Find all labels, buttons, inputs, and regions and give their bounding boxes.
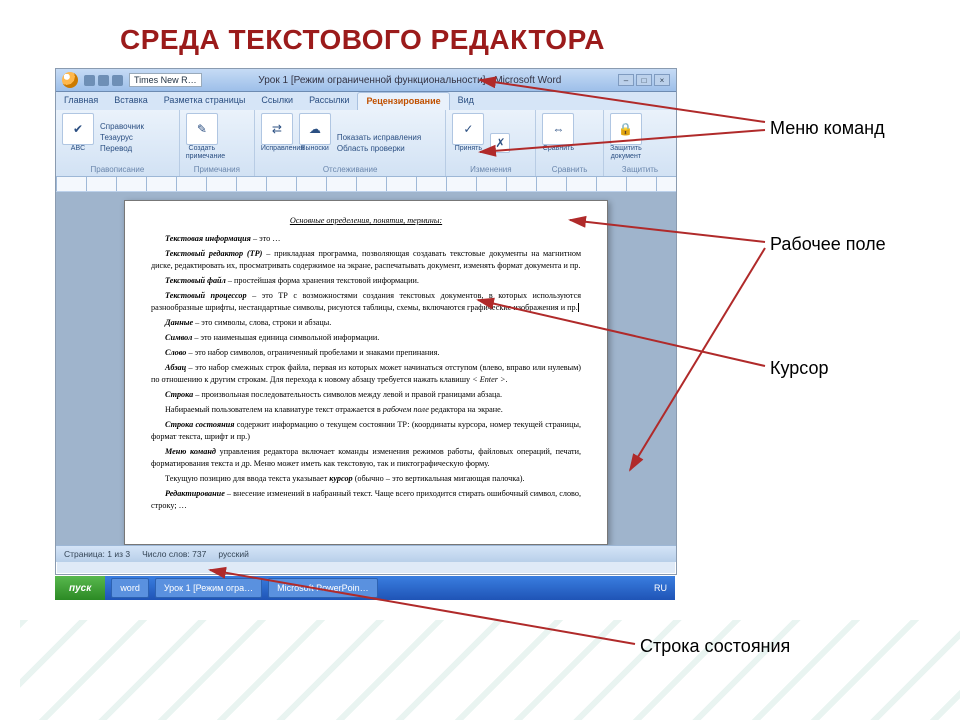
start-button[interactable]: пуск [55,576,105,600]
font-box[interactable]: Times New R… [129,73,202,87]
ribbon-group-comments: ✎ Создать примечание Примечания [180,110,255,176]
taskbar-app[interactable]: word [111,578,149,598]
ribbon-item-label: Принять [452,145,484,153]
tab-insert[interactable]: Вставка [106,92,155,110]
ribbon-group-label: Правописание [62,165,173,174]
tab-view[interactable]: Вид [450,92,482,110]
doc-paragraph: Меню команд управления редактора включае… [151,446,581,470]
ribbon: ✔ ABC Справочник Тезаурус Перевод Правоп… [56,110,676,177]
tab-layout[interactable]: Разметка страницы [156,92,254,110]
ribbon-item-label: Защитить документ [610,145,642,161]
office-button-icon[interactable] [62,72,78,88]
doc-paragraph: Набираемый пользователем на клавиатуре т… [151,404,581,416]
doc-paragraph: Текстовая информация – это … [151,233,581,245]
ribbon-item-label[interactable]: Справочник [100,122,144,131]
lock-icon[interactable]: 🔒 [610,113,642,145]
word-window: Times New R… Урок 1 [Режим ограниченной … [55,68,677,575]
ribbon-item-label[interactable]: Показать исправления [337,133,421,142]
document-page[interactable]: Основные определения, понятия, термины: … [124,200,608,545]
tab-review[interactable]: Рецензирование [357,92,449,110]
ribbon-group-proofing: ✔ ABC Справочник Тезаурус Перевод Правоп… [56,110,180,176]
ribbon-group-label: Примечания [186,165,248,174]
tab-links[interactable]: Ссылки [253,92,301,110]
doc-paragraph: Строка – произвольная последовательность… [151,389,581,401]
ribbon-item-label: Исправления [261,145,293,153]
tab-mail[interactable]: Рассылки [301,92,357,110]
ribbon-group-label: Отслеживание [261,165,440,174]
annotation-cursor: Курсор [770,358,829,379]
ribbon-group-changes: ✓Принять ✗ Изменения [446,110,536,176]
reject-icon[interactable]: ✗ [490,133,510,153]
doc-paragraph: Текущую позицию для ввода текста указыва… [151,473,581,485]
doc-paragraph: Символ – это наименьшая единица символьн… [151,332,581,344]
window-title: Урок 1 [Режим ограниченной функционально… [208,75,612,86]
compare-icon[interactable]: ⇔ [542,113,574,145]
maximize-button[interactable]: □ [636,74,652,86]
ribbon-group-compare: ⇔Сравнить Сравнить [536,110,603,176]
ribbon-tabs: Главная Вставка Разметка страницы Ссылки… [56,92,676,110]
ribbon-item-label: Выноски [299,145,331,153]
status-page: Страница: 1 из 3 [64,549,130,559]
doc-paragraph: Редактирование – внесение изменений в на… [151,488,581,512]
ribbon-item-label[interactable]: Перевод [100,144,144,153]
status-bar[interactable]: Страница: 1 из 3 Число слов: 737 русский [56,545,676,562]
accept-icon[interactable]: ✓ [452,113,484,145]
doc-paragraph: Данные – это символы, слова, строки и аб… [151,317,581,329]
ribbon-item-label[interactable]: Область проверки [337,144,421,153]
title-bar: Times New R… Урок 1 [Режим ограниченной … [56,69,676,92]
doc-paragraph: Текстовый файл – простейшая форма хранен… [151,275,581,287]
doc-paragraph: Слово – это набор символов, ограниченный… [151,347,581,359]
doc-paragraph: Строка состояния содержит информацию о т… [151,419,581,443]
ribbon-group-label: Сравнить [542,165,596,174]
annotation-menu: Меню команд [770,118,885,139]
quick-access-toolbar[interactable] [84,75,123,86]
ribbon-group-label: Изменения [452,165,529,174]
close-button[interactable]: × [654,74,670,86]
taskbar-app[interactable]: Урок 1 [Режим огра… [155,578,262,598]
track-changes-icon[interactable]: ⇄ [261,113,293,145]
document-title: Основные определения, понятия, термины: [151,215,581,227]
tray-lang[interactable]: RU [646,583,675,593]
taskbar-app[interactable]: Microsoft PowerPoin… [268,578,378,598]
ribbon-item-label: ABC [62,145,94,153]
ribbon-group-protect: 🔒Защитить документ Защитить [604,110,676,176]
slide-title: СРЕДА ТЕКСТОВОГО РЕДАКТОРА [120,24,605,56]
status-words: Число слов: 737 [142,549,206,559]
spellcheck-icon[interactable]: ✔ [62,113,94,145]
annotation-statusbar: Строка состояния [640,636,790,657]
doc-paragraph: Абзац – это набор смежных строк файла, п… [151,362,581,386]
doc-paragraph: Текстовый процессор – это ТР с возможнос… [151,290,581,314]
new-comment-icon[interactable]: ✎ [186,113,218,145]
minimize-button[interactable]: – [618,74,634,86]
ruler[interactable] [56,177,676,192]
annotation-workarea: Рабочее поле [770,234,886,255]
slide-decoration [20,620,960,720]
doc-paragraph: Текстовый редактор (ТР) – прикладная про… [151,248,581,272]
windows-taskbar: пуск word Урок 1 [Режим огра… Microsoft … [55,576,675,600]
ribbon-item-label[interactable]: Тезаурус [100,133,144,142]
ribbon-group-tracking: ⇄ Исправления ☁ Выноски Показать исправл… [255,110,447,176]
text-cursor [578,303,579,312]
ribbon-item-label: Создать примечание [186,145,218,161]
status-lang: русский [218,549,249,559]
work-area[interactable]: Основные определения, понятия, термины: … [56,192,676,545]
ribbon-group-label: Защитить [610,165,670,174]
tab-home[interactable]: Главная [56,92,106,110]
ribbon-item-label: Сравнить [542,145,574,153]
balloons-icon[interactable]: ☁ [299,113,331,145]
